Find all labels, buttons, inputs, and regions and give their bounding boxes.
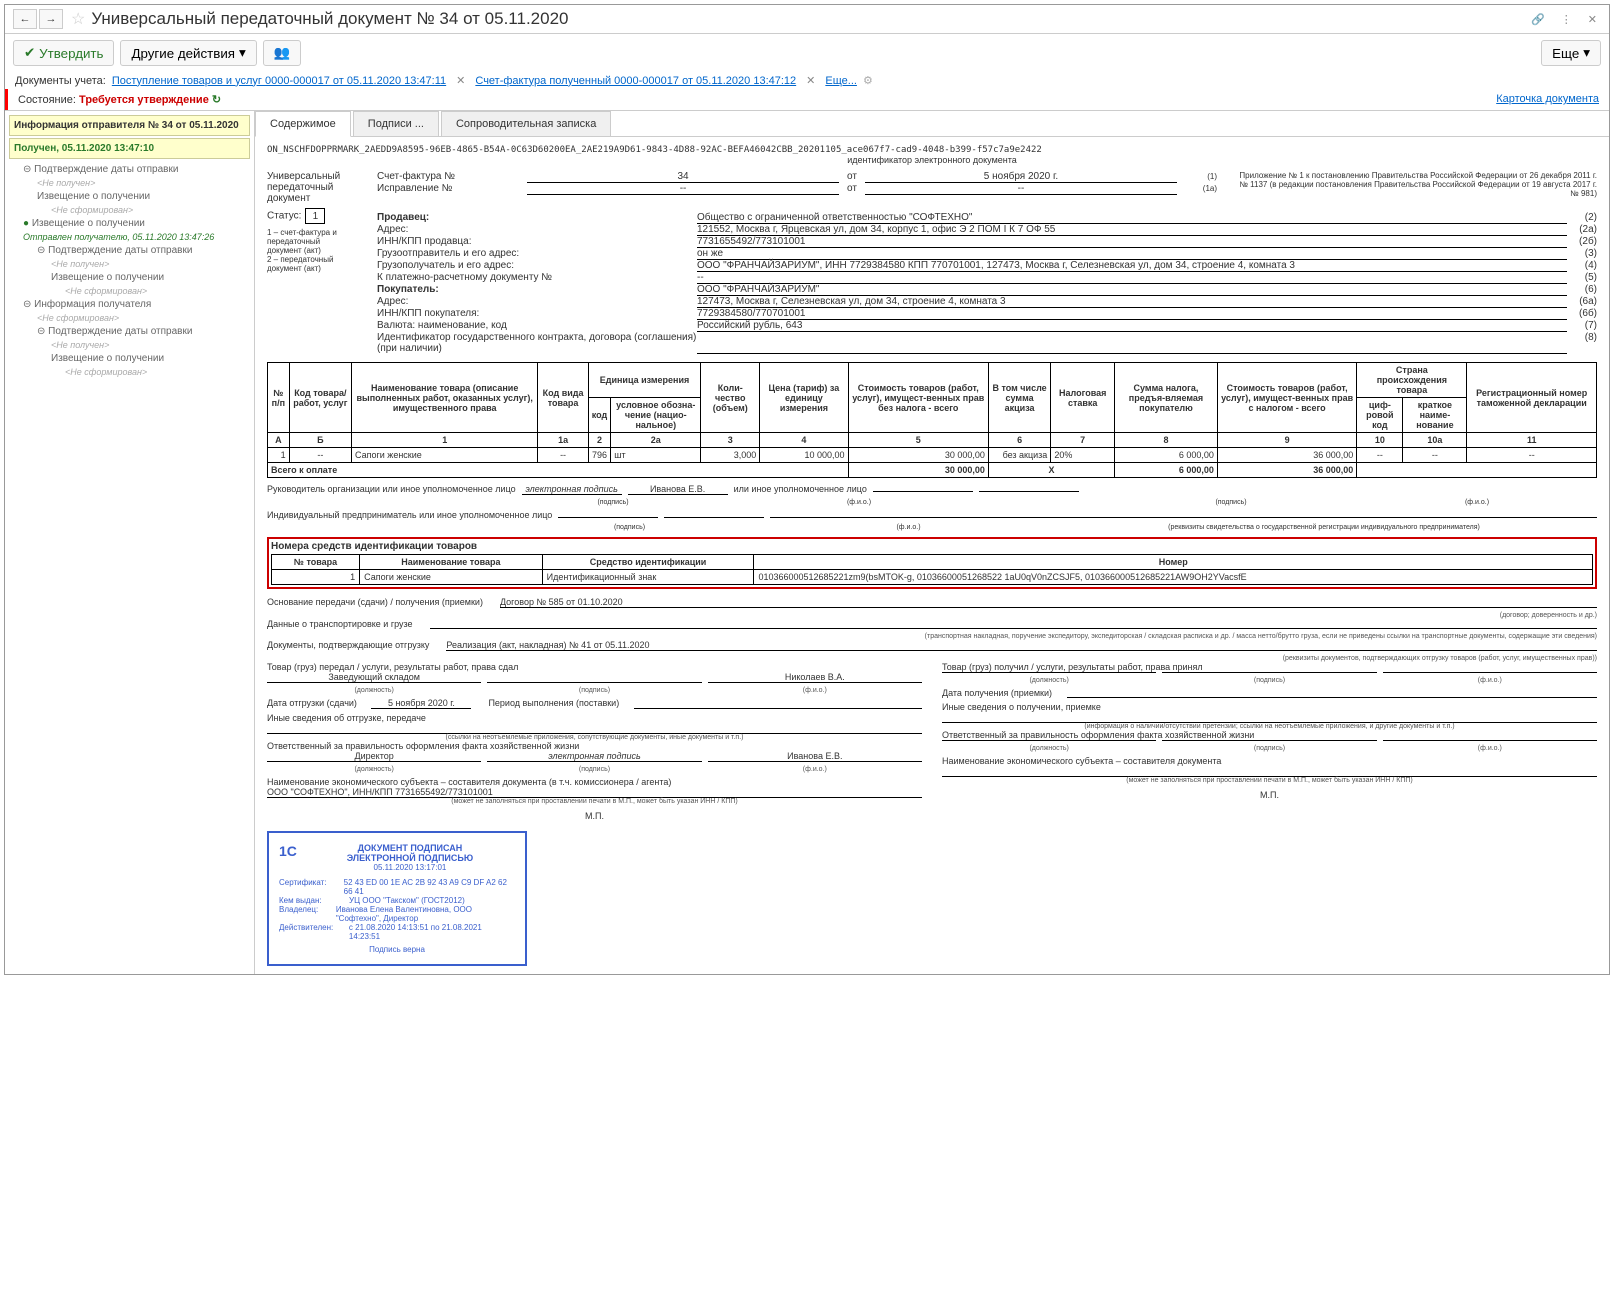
tree-sent: Отправлен получателю, 05.11.2020 13:47:2… — [9, 232, 250, 242]
tree-nr3: <Не получен> — [9, 340, 250, 350]
close-icon[interactable]: ✕ — [1584, 11, 1601, 28]
tree-receiver[interactable]: ⊝ Информация получателя — [9, 296, 250, 313]
status-value: Требуется утверждение — [79, 94, 209, 106]
docs-label: Документы учета: — [15, 75, 106, 87]
doc-links-row: Документы учета: Поступление товаров и у… — [5, 72, 1609, 89]
left-panel: Информация отправителя № 34 от 05.11.202… — [5, 111, 255, 974]
doc-card-link[interactable]: Карточка документа — [1496, 93, 1599, 106]
tabs: Содержимое Подписи ... Сопроводительная … — [255, 111, 1609, 137]
close-doc2[interactable]: ✕ — [806, 74, 815, 87]
favorite-icon[interactable]: ☆ — [71, 9, 85, 29]
sf-value: 34 — [527, 171, 839, 183]
sender-info-header[interactable]: Информация отправителя № 34 от 05.11.202… — [9, 115, 250, 136]
status-label: Состояние: — [18, 94, 76, 106]
tree-notice2[interactable]: ● Извещение о получении — [9, 215, 250, 232]
identification-block: Номера средств идентификации товаров № т… — [267, 537, 1597, 589]
upd-title: Универсальный передаточный документ — [267, 171, 357, 204]
signature-stamp: 1С ДОКУМЕНТ ПОДПИСАН ЭЛЕКТРОННОЙ ПОДПИСЬ… — [267, 831, 527, 966]
back-button[interactable]: ← — [13, 9, 37, 29]
right-panel: Содержимое Подписи ... Сопроводительная … — [255, 111, 1609, 974]
check-icon: ✔ — [24, 45, 35, 61]
tree-notice4[interactable]: Извещение о получении — [9, 350, 250, 367]
tree-confirm3[interactable]: ⊝ Подтверждение даты отправки — [9, 323, 250, 340]
tab-signatures[interactable]: Подписи ... — [353, 111, 439, 136]
tree-nf4: <Не сформирован> — [9, 367, 250, 377]
status-bar: Состояние: Требуется утверждение ↻ Карто… — [5, 89, 1609, 110]
toolbar: ✔Утвердить Другие действия ▾ 👥 Еще ▾ — [5, 34, 1609, 72]
doc-link-1[interactable]: Поступление товаров и услуг 0000-000017 … — [112, 75, 446, 87]
kebab-icon[interactable]: ⋮ — [1557, 11, 1576, 28]
tree-nf3: <Не сформирован> — [9, 313, 250, 323]
table-row: 1--Сапоги женские--796шт3,00010 000,0030… — [268, 448, 1597, 463]
link-icon[interactable]: 🔗 — [1527, 11, 1549, 28]
tree-confirm2[interactable]: ⊝ Подтверждение даты отправки — [9, 242, 250, 259]
tab-content[interactable]: Содержимое — [255, 111, 351, 137]
tree-nr2: <Не получен> — [9, 259, 250, 269]
tree-not-formed: <Не сформирован> — [9, 205, 250, 215]
tree-notice[interactable]: Извещение о получении — [9, 188, 250, 205]
titlebar: ← → ☆ Универсальный передаточный докумен… — [5, 5, 1609, 34]
items-table: № п/п Код товара/ работ, услуг Наименова… — [267, 362, 1597, 478]
tree-confirm-date[interactable]: ⊝ Подтверждение даты отправки — [9, 161, 250, 178]
forward-button[interactable]: → — [39, 9, 63, 29]
other-actions-button[interactable]: Другие действия ▾ — [120, 40, 256, 66]
doc-link-2[interactable]: Счет-фактура полученный 0000-000017 от 0… — [475, 75, 796, 87]
file-identifier: ON_NSCHFDOPPRMARK_2AEDD9A8595-96EB-4865-… — [267, 145, 1597, 155]
approve-button[interactable]: ✔Утвердить — [13, 40, 114, 66]
appendix-note: Приложение № 1 к постановлению Правитель… — [1237, 171, 1597, 204]
received-status: Получен, 05.11.2020 13:47:10 — [9, 138, 250, 159]
close-doc1[interactable]: ✕ — [456, 74, 465, 87]
sf-label: Счет-фактура № — [377, 171, 527, 182]
users-button[interactable]: 👥 — [263, 40, 302, 66]
file-sub: идентификатор электронного документа — [267, 155, 1597, 165]
tree-not-received: <Не получен> — [9, 178, 250, 188]
tree-nf2: <Не сформирован> — [9, 286, 250, 296]
doc-more-link[interactable]: Еще... — [825, 75, 857, 87]
refresh-icon[interactable]: ↻ — [212, 94, 221, 106]
window-title: Универсальный передаточный документ № 34… — [91, 9, 1527, 29]
gear-icon[interactable]: ⚙ — [863, 74, 873, 87]
tab-memo[interactable]: Сопроводительная записка — [441, 111, 611, 136]
more-button[interactable]: Еще ▾ — [1541, 40, 1601, 66]
tree-notice3[interactable]: Извещение о получении — [9, 269, 250, 286]
status-code: 1 — [305, 208, 325, 224]
sf-date: 5 ноября 2020 г. — [865, 171, 1177, 183]
